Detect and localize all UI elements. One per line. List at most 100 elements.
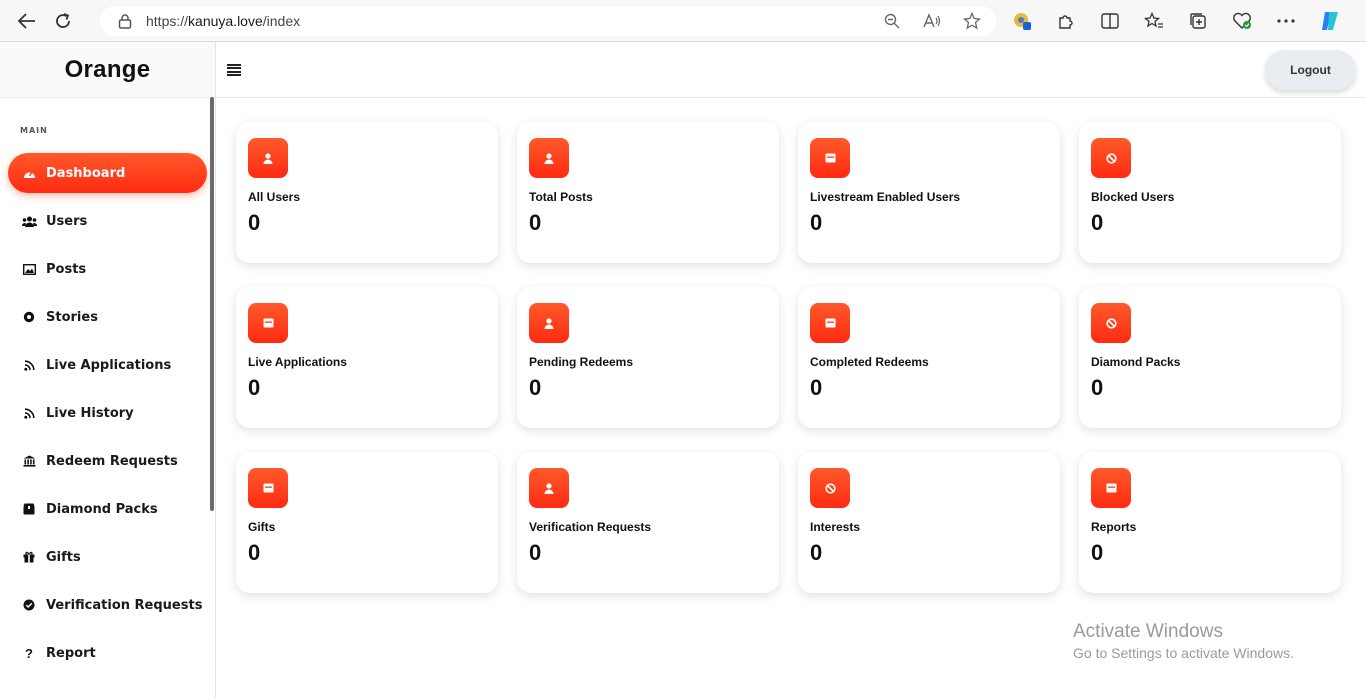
card-value: 0 <box>1091 210 1104 235</box>
brand-logo[interactable]: Orange <box>0 42 215 98</box>
menu-toggle-icon[interactable] <box>227 64 241 76</box>
stat-card-diamond-packs[interactable]: Diamond Packs 0 <box>1079 287 1341 428</box>
calendar-icon <box>810 303 850 343</box>
sidebar-item-redeem-requests[interactable]: Redeem Requests <box>8 441 207 481</box>
sidebar-item-label: Redeem Requests <box>46 453 178 469</box>
user-icon <box>529 303 569 343</box>
card-label: All Users <box>248 190 301 204</box>
stat-card-live-applications[interactable]: Live Applications 0 <box>236 287 498 428</box>
stat-card-total-posts[interactable]: Total Posts 0 <box>517 122 779 263</box>
sidebar-item-label: Posts <box>46 261 87 277</box>
stat-card-livestream-enabled-users[interactable]: Livestream Enabled Users 0 <box>798 122 1060 263</box>
zoom-out-icon[interactable] <box>882 11 902 31</box>
card-label: Total Posts <box>529 190 593 204</box>
card-label: Reports <box>1091 520 1137 534</box>
browser-essentials-icon[interactable] <box>1230 9 1254 33</box>
refresh-icon[interactable] <box>45 3 81 39</box>
sidebar-item-label: Report <box>46 645 96 661</box>
card-value: 0 <box>529 375 542 400</box>
card-value: 0 <box>810 210 823 235</box>
stat-card-blocked-users[interactable]: Blocked Users 0 <box>1079 122 1341 263</box>
calendar-icon <box>248 468 288 508</box>
card-label: Pending Redeems <box>529 355 634 369</box>
sidebar-item-label: Live History <box>46 405 134 421</box>
card-label: Completed Redeems <box>810 355 929 369</box>
sidebar-item-gifts[interactable]: Gifts <box>8 537 207 577</box>
sidebar-item-diamond-packs[interactable]: Diamond Packs <box>8 489 207 529</box>
card-value: 0 <box>248 540 261 565</box>
stat-card-all-users[interactable]: All Users 0 <box>236 122 498 263</box>
stat-card-pending-redeems[interactable]: Pending Redeems 0 <box>517 287 779 428</box>
more-options-icon[interactable] <box>1274 9 1298 33</box>
image-icon <box>21 261 37 277</box>
sidebar-item-users[interactable]: Users <box>8 201 207 241</box>
gauge-icon <box>21 165 37 181</box>
watermark-title: Activate Windows <box>1073 621 1223 642</box>
card-label: Diamond Packs <box>1091 355 1181 369</box>
back-arrow-icon[interactable] <box>9 3 45 39</box>
calendar-icon <box>810 138 850 178</box>
stat-card-interests[interactable]: Interests 0 <box>798 452 1060 593</box>
card-value: 0 <box>1091 540 1104 565</box>
favorite-star-icon[interactable] <box>962 11 982 31</box>
sidebar-item-label: Live Applications <box>46 357 172 373</box>
url-path: /index <box>262 13 301 29</box>
sidebar-item-label: Stories <box>46 309 98 325</box>
watermark-subtitle: Go to Settings to activate Windows. <box>1073 645 1294 661</box>
sidebar-item-live-history[interactable]: Live History <box>8 393 207 433</box>
sidebar-item-verification-requests[interactable]: Verification Requests <box>8 585 207 625</box>
read-aloud-icon[interactable] <box>922 11 942 31</box>
sidebar-scrollbar[interactable] <box>210 97 214 511</box>
users-icon <box>21 213 37 229</box>
stat-card-reports[interactable]: Reports 0 <box>1079 452 1341 593</box>
gift-icon <box>21 549 37 565</box>
browser-toolbar: https://kanuya.love/index <box>0 0 1366 42</box>
address-bar[interactable]: https://kanuya.love/index <box>100 6 996 36</box>
card-label: Verification Requests <box>529 520 652 534</box>
sidebar-item-posts[interactable]: Posts <box>8 249 207 289</box>
calendar-icon <box>248 303 288 343</box>
url-prefix: https:// <box>146 13 189 29</box>
lock-icon[interactable] <box>116 12 134 30</box>
sidebar-item-label: Diamond Packs <box>46 501 158 517</box>
sidebar-item-dashboard[interactable]: Dashboard <box>8 153 207 193</box>
card-label: Livestream Enabled Users <box>810 190 961 204</box>
profile-extension-icon[interactable] <box>1010 9 1034 33</box>
ban-icon <box>810 468 850 508</box>
top-bar: Logout <box>216 42 1366 98</box>
card-value: 0 <box>248 210 261 235</box>
url-host: kanuya.love <box>188 13 263 29</box>
sidebar-item-live-applications[interactable]: Live Applications <box>8 345 207 385</box>
card-value: 0 <box>529 540 542 565</box>
card-value: 0 <box>810 540 823 565</box>
rss-icon <box>21 357 37 373</box>
card-value: 0 <box>1091 375 1104 400</box>
card-label: Interests <box>810 520 861 534</box>
sidebar-item-report[interactable]: ? Report <box>8 633 207 673</box>
sidebar-item-stories[interactable]: Stories <box>8 297 207 337</box>
split-screen-icon[interactable] <box>1098 9 1122 33</box>
sidebar-item-label: Dashboard <box>46 165 126 181</box>
stat-card-verification-requests[interactable]: Verification Requests 0 <box>517 452 779 593</box>
copilot-icon[interactable] <box>1318 9 1342 33</box>
stat-card-completed-redeems[interactable]: Completed Redeems 0 <box>798 287 1060 428</box>
ban-icon <box>1091 138 1131 178</box>
activate-windows-watermark: Activate Windows Go to Settings to activ… <box>1073 621 1294 661</box>
dashboard-cards: All Users 0 Total Posts 0 Livestream Ena… <box>236 122 1343 593</box>
bank-icon <box>21 453 37 469</box>
favorites-icon[interactable] <box>1142 9 1166 33</box>
user-icon <box>529 138 569 178</box>
collections-icon[interactable] <box>1186 9 1210 33</box>
card-value: 0 <box>529 210 542 235</box>
box-icon <box>21 501 37 517</box>
sidebar-item-label: Verification Requests <box>46 597 203 613</box>
card-label: Live Applications <box>248 355 347 369</box>
extensions-puzzle-icon[interactable] <box>1054 9 1078 33</box>
user-icon <box>529 468 569 508</box>
stat-card-gifts[interactable]: Gifts 0 <box>236 452 498 593</box>
sidebar-item-label: Gifts <box>46 549 81 565</box>
calendar-icon <box>1091 468 1131 508</box>
ban-icon <box>1091 303 1131 343</box>
url-text[interactable]: https://kanuya.love/index <box>146 13 300 29</box>
logout-button[interactable]: Logout <box>1265 50 1356 90</box>
